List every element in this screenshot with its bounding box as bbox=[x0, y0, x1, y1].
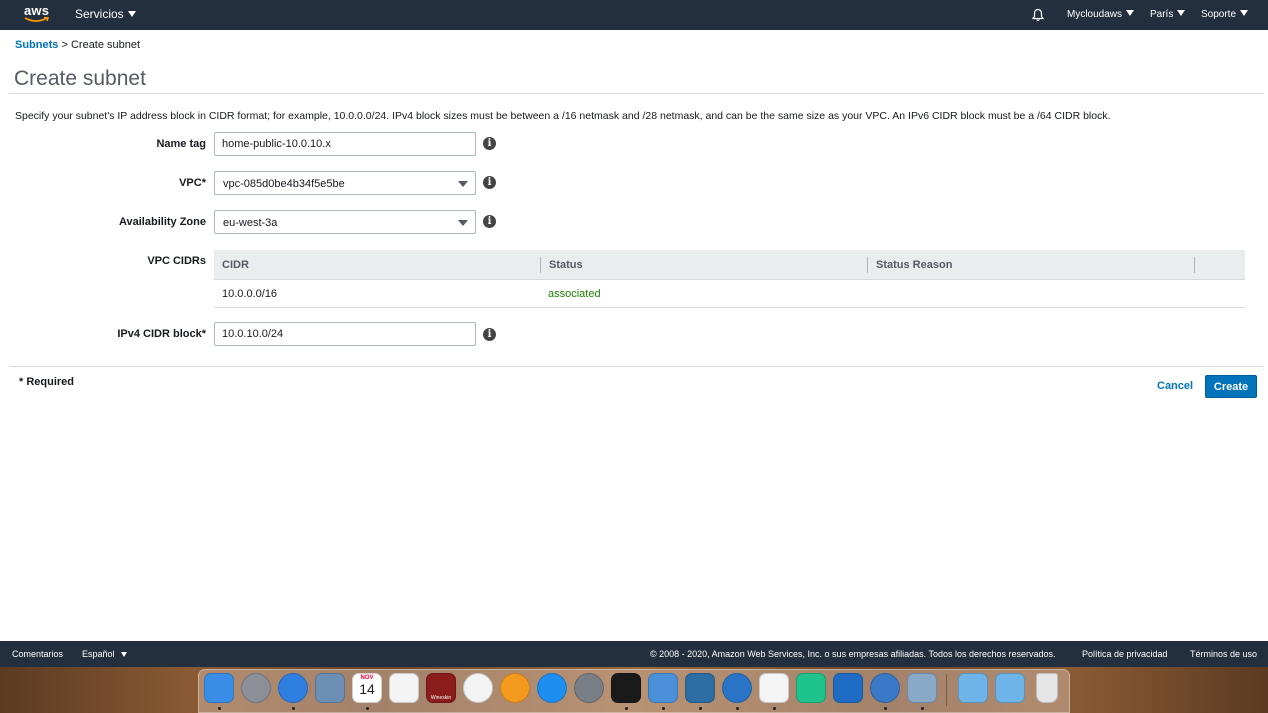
column-header-status[interactable]: Status bbox=[541, 250, 583, 280]
brackets-icon[interactable] bbox=[685, 673, 715, 703]
table-row: 10.0.0.0/16 associated bbox=[214, 280, 1245, 308]
network-radar-icon[interactable] bbox=[870, 673, 900, 703]
vpc-label: VPC* bbox=[179, 177, 206, 189]
vpc-select-value: vpc-085d0be4b34f5e5be bbox=[223, 178, 345, 190]
column-divider bbox=[1194, 257, 1195, 273]
cancel-button[interactable]: Cancel bbox=[1157, 380, 1193, 392]
services-menu-label: Servicios bbox=[75, 7, 124, 21]
aws-smile-icon bbox=[24, 17, 49, 22]
breadcrumb-separator: > bbox=[61, 39, 68, 51]
reminders-icon[interactable] bbox=[389, 673, 419, 703]
vpc-select[interactable]: vpc-085d0be4b34f5e5be bbox=[214, 171, 476, 195]
availability-zone-label: Availability Zone bbox=[118, 216, 206, 228]
wireshark-icon[interactable] bbox=[833, 673, 863, 703]
language-selector[interactable]: Español bbox=[82, 641, 127, 668]
dock-separator bbox=[946, 674, 947, 706]
app-store-icon[interactable] bbox=[537, 673, 567, 703]
info-icon[interactable]: i bbox=[483, 137, 496, 150]
dock-running-indicator bbox=[773, 707, 776, 710]
info-icon[interactable]: i bbox=[483, 215, 496, 228]
name-tag-label: Name tag bbox=[156, 138, 206, 150]
availability-zone-select[interactable]: eu-west-3a bbox=[214, 210, 476, 234]
bell-icon[interactable] bbox=[1031, 8, 1045, 22]
caret-down-icon bbox=[1126, 10, 1135, 16]
dock-running-indicator bbox=[884, 707, 887, 710]
support-menu[interactable]: Soporte bbox=[1201, 0, 1249, 30]
aws-logo[interactable]: aws bbox=[24, 4, 52, 26]
sourcetree-icon[interactable] bbox=[796, 673, 826, 703]
status-cell: associated bbox=[548, 288, 601, 300]
caret-down-icon bbox=[1177, 10, 1186, 16]
support-menu-label: Soporte bbox=[1201, 9, 1237, 20]
caret-down-icon bbox=[1240, 10, 1249, 16]
privacy-policy-link[interactable]: Política de privacidad bbox=[1082, 641, 1168, 668]
services-menu[interactable]: Servicios bbox=[75, 0, 136, 30]
dock-running-indicator bbox=[292, 707, 295, 710]
page-description: Specify your subnet's IP address block i… bbox=[15, 110, 1111, 122]
dock-running-indicator bbox=[625, 707, 628, 710]
vpc-cidrs-table: CIDR Status Status Reason 10.0.0.0/16 as… bbox=[214, 250, 1245, 308]
dock-running-indicator bbox=[366, 707, 369, 710]
table-header: CIDR Status Status Reason bbox=[214, 250, 1245, 280]
ipv4-cidr-label: IPv4 CIDR block* bbox=[117, 328, 206, 340]
finder-icon[interactable] bbox=[204, 673, 234, 703]
region-menu-label: París bbox=[1150, 9, 1174, 20]
account-menu-label: Mycloudaws bbox=[1067, 9, 1123, 20]
name-tag-input[interactable] bbox=[214, 132, 476, 156]
applications-folder-icon[interactable] bbox=[958, 673, 988, 703]
system-preferences-icon[interactable] bbox=[574, 673, 604, 703]
info-icon[interactable]: i bbox=[483, 328, 496, 341]
quicktime-icon[interactable] bbox=[722, 673, 752, 703]
calendar-icon[interactable]: NOV 14 bbox=[352, 673, 382, 703]
safari-icon[interactable] bbox=[278, 673, 308, 703]
wineskin-label: Wineskin bbox=[430, 695, 452, 701]
dock-running-indicator bbox=[921, 707, 924, 710]
dropdown-arrow-icon bbox=[458, 220, 468, 226]
trash-icon[interactable] bbox=[1036, 673, 1058, 703]
feedback-link[interactable]: Comentarios bbox=[12, 641, 63, 668]
itunes-icon[interactable] bbox=[463, 673, 493, 703]
dock-running-indicator bbox=[662, 707, 665, 710]
dropdown-arrow-icon bbox=[458, 181, 468, 187]
terms-of-use-link[interactable]: Términos de uso bbox=[1190, 641, 1257, 668]
photo-viewer-icon[interactable] bbox=[907, 673, 937, 703]
page-title: Create subnet bbox=[14, 67, 146, 90]
cidr-cell: 10.0.0.0/16 bbox=[222, 288, 278, 300]
downloads-folder-icon[interactable] bbox=[995, 673, 1025, 703]
aws-logo-text: aws bbox=[24, 3, 50, 18]
launchpad-icon[interactable] bbox=[241, 673, 271, 703]
account-menu[interactable]: Mycloudaws bbox=[1067, 0, 1135, 30]
calendar-day: 14 bbox=[359, 681, 375, 697]
caret-down-icon bbox=[120, 652, 127, 657]
breadcrumb: Subnets > Create subnet bbox=[15, 39, 140, 51]
dock-running-indicator bbox=[699, 707, 702, 710]
language-selector-label: Español bbox=[82, 649, 115, 659]
info-icon[interactable]: i bbox=[483, 176, 496, 189]
column-header-status-reason[interactable]: Status Reason bbox=[868, 250, 952, 280]
create-button[interactable]: Create bbox=[1205, 375, 1257, 398]
ipv4-cidr-input[interactable] bbox=[214, 322, 476, 346]
dock-running-indicator bbox=[218, 707, 221, 710]
required-note: * Required bbox=[19, 376, 75, 388]
caret-down-icon bbox=[127, 11, 136, 17]
form-divider bbox=[9, 366, 1264, 367]
availability-zone-select-value: eu-west-3a bbox=[223, 217, 278, 229]
ibooks-icon[interactable] bbox=[500, 673, 530, 703]
preview-icon[interactable] bbox=[315, 673, 345, 703]
copyright-text: © 2008 - 2020, Amazon Web Services, Inc.… bbox=[650, 649, 1056, 659]
status-reason-cell bbox=[868, 280, 876, 308]
console-footer: Comentarios Español © 2008 - 2020, Amazo… bbox=[0, 641, 1268, 667]
textedit-icon[interactable] bbox=[759, 673, 789, 703]
wineskin-icon[interactable]: Wineskin bbox=[426, 673, 456, 703]
column-header-cidr[interactable]: CIDR bbox=[214, 250, 249, 280]
title-divider bbox=[9, 93, 1264, 94]
region-menu[interactable]: París bbox=[1150, 0, 1186, 30]
vpc-cidrs-label: VPC CIDRs bbox=[147, 255, 206, 267]
top-navigation-bar: aws Servicios Mycloudaws París Soporte bbox=[0, 0, 1268, 30]
vmware-icon[interactable] bbox=[648, 673, 678, 703]
breadcrumb-current: Create subnet bbox=[70, 39, 141, 51]
breadcrumb-subnets-link[interactable]: Subnets bbox=[15, 39, 58, 51]
dock-running-indicator bbox=[736, 707, 739, 710]
terminal-icon[interactable] bbox=[611, 673, 641, 703]
